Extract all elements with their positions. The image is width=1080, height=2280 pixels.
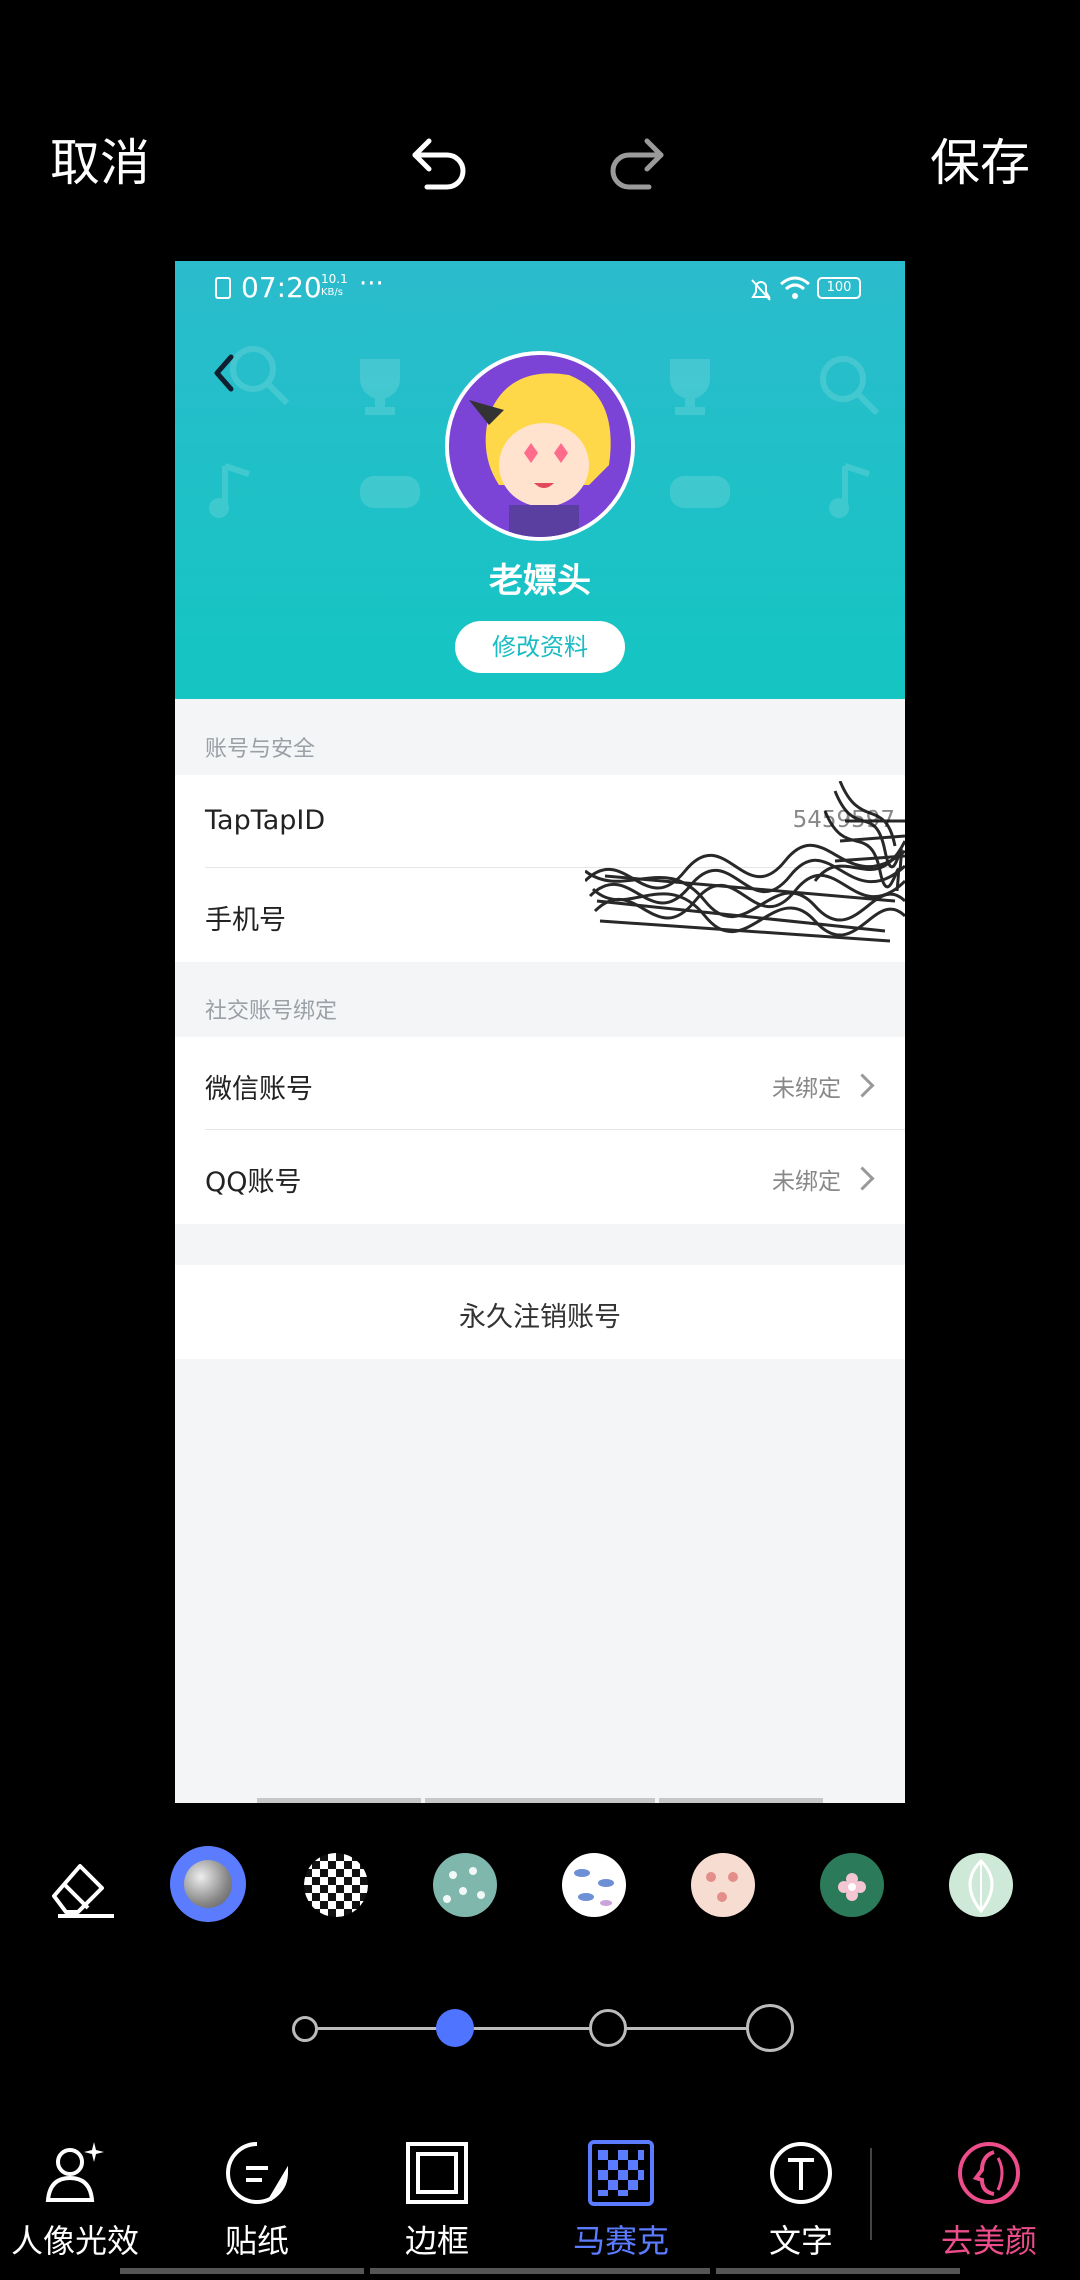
trophy-bg-icon-2 xyxy=(670,359,710,415)
row-qq[interactable]: QQ账号 未绑定 xyxy=(175,1130,905,1224)
eraser-icon[interactable] xyxy=(44,1850,116,1920)
blur-swatch xyxy=(184,1860,232,1908)
nav-separator xyxy=(870,2148,872,2240)
wifi-icon xyxy=(780,276,810,299)
home-indicator-segment xyxy=(120,2268,364,2274)
back-icon[interactable] xyxy=(209,353,239,393)
nav-text[interactable]: 文字 xyxy=(736,2138,866,2262)
row-label: QQ账号 xyxy=(205,1167,302,1198)
cancel-button[interactable]: 取消 xyxy=(50,128,150,198)
profile-header: 老嫖头 修改资料 xyxy=(175,261,905,699)
frame-icon xyxy=(406,2142,468,2204)
brush-size-step-3[interactable] xyxy=(589,2009,627,2047)
nav-label: 贴纸 xyxy=(224,2222,289,2260)
home-indicator-segment xyxy=(370,2268,710,2274)
nav-mosaic-active[interactable]: 马赛克 xyxy=(556,2138,686,2262)
chevron-right-icon xyxy=(850,1073,875,1098)
home-indicator-segment xyxy=(716,2268,960,2274)
chevron-right-icon xyxy=(850,1166,875,1191)
gamepad-bg-icon xyxy=(360,476,420,508)
swatch-checker[interactable] xyxy=(304,1853,368,1917)
nav-remove-beauty[interactable]: 去美颜 xyxy=(924,2138,1054,2262)
brush-size-step-2-selected[interactable] xyxy=(436,2009,474,2047)
music-bg-icon xyxy=(209,463,250,518)
trophy-bg-icon xyxy=(360,359,400,415)
text-icon xyxy=(770,2142,832,2204)
image-canvas[interactable]: 老嫖头 修改资料 07:20 10.1 KB/s ··· 100 账号与安全 T… xyxy=(175,261,905,1803)
delete-account-button[interactable]: 永久注销账号 xyxy=(175,1265,905,1359)
brush-size-track[interactable] xyxy=(306,2027,766,2030)
bell-off-icon xyxy=(751,279,771,301)
more-icon: ··· xyxy=(359,269,384,299)
section-label-social-binding: 社交账号绑定 xyxy=(205,999,338,1024)
scribble-redaction xyxy=(585,781,905,943)
net-speed-unit: KB/s xyxy=(321,287,343,298)
nav-label: 去美颜 xyxy=(940,2222,1037,2260)
sim-icon xyxy=(215,277,231,299)
row-label: 微信账号 xyxy=(205,1074,313,1105)
crop-marker xyxy=(659,1798,823,1803)
username: 老嫖头 xyxy=(489,561,591,601)
redo-icon[interactable] xyxy=(604,130,670,196)
qq-status: 未绑定 xyxy=(772,1169,841,1195)
swatch-pink-pattern[interactable] xyxy=(691,1853,755,1917)
edit-profile-button[interactable]: 修改资料 xyxy=(455,621,625,673)
music-bg-icon-2 xyxy=(829,463,870,518)
nav-frame[interactable]: 边框 xyxy=(372,2138,502,2262)
sticker-icon xyxy=(226,2142,289,2204)
section-label-account-security: 账号与安全 xyxy=(205,737,316,762)
swatch-blue-fish[interactable] xyxy=(562,1853,626,1917)
avatar[interactable] xyxy=(445,351,635,541)
nav-label: 人像光效 xyxy=(10,2222,139,2260)
swatch-leaf-pattern[interactable] xyxy=(949,1853,1013,1917)
brush-size-step-4[interactable] xyxy=(746,2004,794,2052)
swatch-green-flower[interactable] xyxy=(820,1853,884,1917)
battery-indicator: 100 xyxy=(817,277,861,299)
crop-marker xyxy=(257,1798,421,1803)
nav-sticker[interactable]: 贴纸 xyxy=(192,2138,322,2262)
delete-account-label: 永久注销账号 xyxy=(459,1302,621,1333)
swatch-teal-hearts[interactable] xyxy=(433,1853,497,1917)
search-bg-icon-2 xyxy=(820,356,880,416)
portrait-light-icon xyxy=(45,2142,104,2202)
face-icon xyxy=(958,2142,1020,2204)
nav-label: 马赛克 xyxy=(572,2222,669,2260)
undo-icon[interactable] xyxy=(406,130,472,196)
nav-portrait-light[interactable]: 人像光效 xyxy=(10,2138,140,2262)
net-speed-value: 10.1 xyxy=(321,272,348,286)
status-time: 07:20 xyxy=(241,271,322,304)
swatch-mosaic-selected[interactable] xyxy=(170,1846,246,1922)
row-label: TapTapID xyxy=(205,805,326,836)
nav-label: 边框 xyxy=(404,2222,469,2260)
row-wechat[interactable]: 微信账号 未绑定 xyxy=(175,1037,905,1131)
status-bar: 07:20 10.1 KB/s ··· 100 xyxy=(175,261,905,323)
mosaic-icon xyxy=(588,2140,654,2206)
save-button[interactable]: 保存 xyxy=(930,128,1030,198)
brush-size-step-1[interactable] xyxy=(292,2016,318,2042)
crop-marker xyxy=(425,1798,655,1803)
row-label: 手机号 xyxy=(205,905,286,936)
nav-label: 文字 xyxy=(768,2222,833,2260)
gamepad-bg-icon-2 xyxy=(670,476,730,508)
wechat-status: 未绑定 xyxy=(772,1076,841,1102)
